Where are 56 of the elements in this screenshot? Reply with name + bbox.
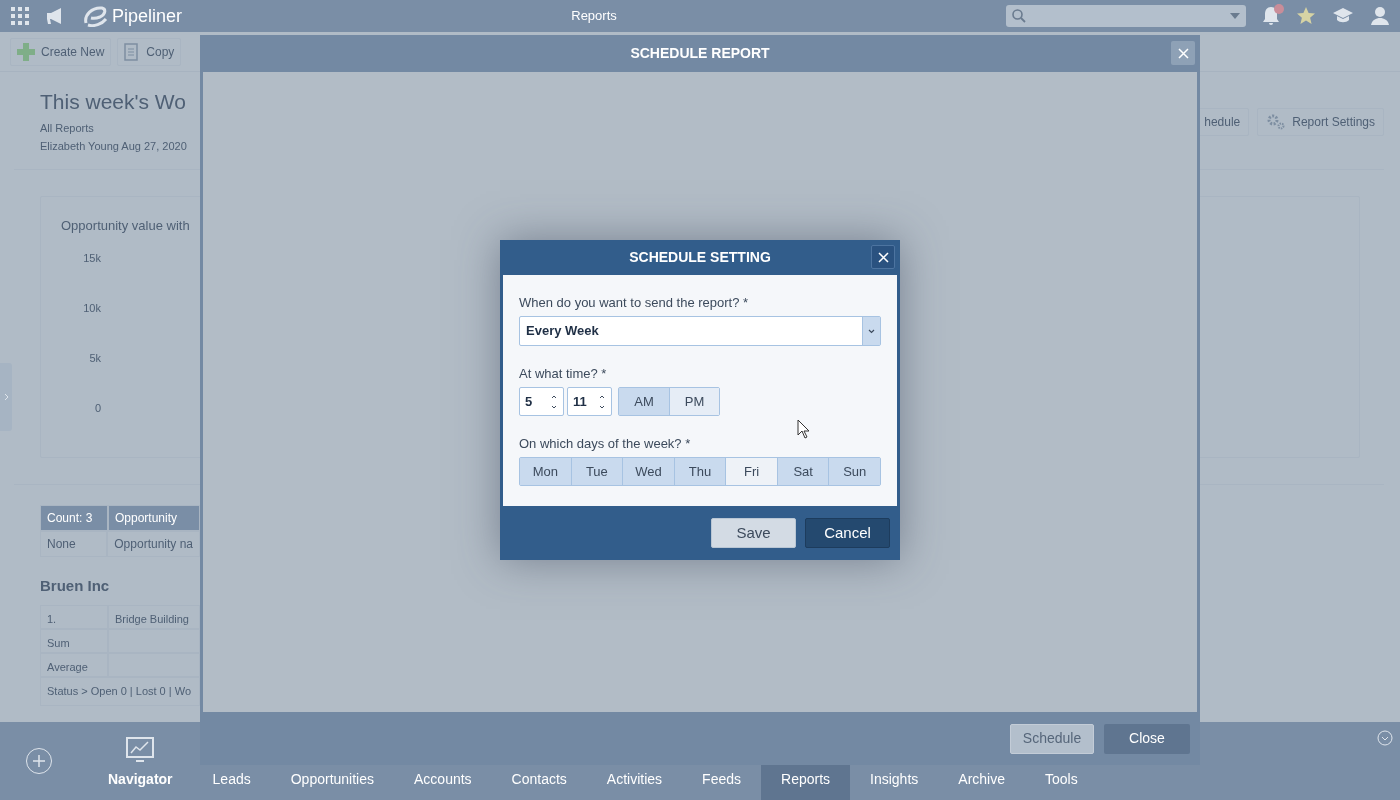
field-label: At what time? * <box>519 366 608 382</box>
spinner-value: 11 <box>573 392 587 411</box>
nav-tab[interactable]: Activities <box>586 760 683 800</box>
dialog-button[interactable]: Close <box>1104 723 1190 754</box>
dialog-button[interactable]: Save <box>711 518 796 548</box>
table-cell: Average <box>40 653 108 677</box>
hour-spinner[interactable]: 5 <box>519 387 564 416</box>
weekday-toggle[interactable]: Tue <box>570 458 623 485</box>
field-label: On which days of the week? * <box>519 436 692 452</box>
weekday-toggle[interactable]: Fri <box>725 458 777 485</box>
dialog-title: SCHEDULE REPORT <box>630 44 770 63</box>
breadcrumb-link[interactable]: All Reports <box>40 119 94 136</box>
toolbar-button[interactable]: Copy <box>117 37 182 66</box>
weekday-toggle[interactable]: Sat <box>776 458 829 485</box>
dialog-title: SCHEDULE SETTING <box>629 248 771 267</box>
page-title: Reports <box>571 7 617 26</box>
nav-tab[interactable]: Leads <box>192 760 271 800</box>
report-meta: Elizabeth Young Aug 27, 2020 <box>40 139 187 154</box>
nav-tab[interactable]: Navigator <box>88 728 193 800</box>
nav-tab[interactable]: Accounts <box>394 760 492 800</box>
nav-tab[interactable]: Opportunities <box>270 760 394 800</box>
table-cell: 1. <box>40 605 108 629</box>
nav-tab[interactable]: Contacts <box>491 760 587 800</box>
table-cell: Opportunity na <box>107 530 200 557</box>
minute-spinner[interactable]: 11 <box>567 387 612 416</box>
nav-tab[interactable]: Tools <box>1025 760 1098 800</box>
nav-tab[interactable]: Insights <box>850 760 939 800</box>
app-logo-text: Pipeliner <box>112 4 183 28</box>
status-summary: Status > Open 0 | Lost 0 | Wo <box>40 677 200 706</box>
chart-title: Opportunity value with <box>61 217 190 233</box>
table-header-cell: Count: 3 <box>40 504 108 531</box>
weekday-toggle[interactable]: Sun <box>828 458 881 485</box>
dialog-button[interactable]: Cancel <box>805 518 890 548</box>
axis-label: 0 <box>94 400 101 415</box>
nav-tab[interactable]: Feeds <box>682 760 761 800</box>
toolbar-button[interactable]: Create New <box>10 37 112 66</box>
weekday-toggle[interactable]: Thu <box>673 458 726 485</box>
weekday-toggle[interactable]: Wed <box>622 458 674 485</box>
frequency-select[interactable]: Every Week <box>519 316 881 346</box>
axis-label: 15k <box>83 250 101 265</box>
weekday-toggle[interactable]: Mon <box>520 458 571 485</box>
table-cell: None <box>40 530 108 557</box>
group-title: Bruen Inc <box>40 575 110 596</box>
table-header-cell: Opportunity <box>108 504 200 531</box>
table-cell: Sum <box>40 629 108 653</box>
axis-label: 5k <box>89 350 101 365</box>
period-toggle[interactable]: PM <box>669 388 719 415</box>
report-action-button[interactable]: Report Settings <box>1257 108 1384 136</box>
nav-tab[interactable]: Archive <box>938 760 1025 800</box>
period-toggle[interactable]: AM <box>619 388 669 415</box>
axis-label: 10k <box>83 300 101 315</box>
spinner-value: 5 <box>525 392 533 411</box>
report-title: This week's Wo <box>40 89 186 115</box>
select-value: Every Week <box>526 322 599 341</box>
field-label: When do you want to send the report? * <box>519 295 750 311</box>
table-cell: Bridge Building <box>108 605 200 629</box>
